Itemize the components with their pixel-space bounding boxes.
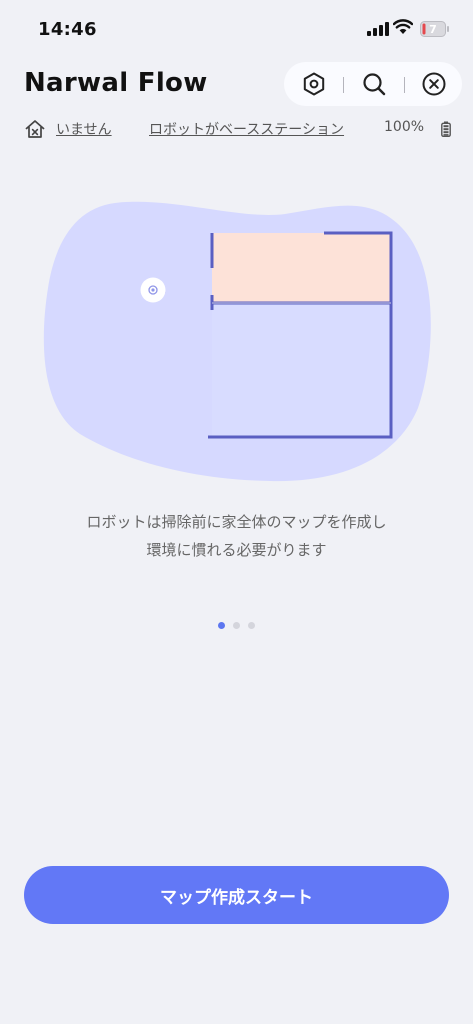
search-button[interactable] — [358, 68, 390, 100]
onboarding-caption: ロボットは掃除前に家全体のマップを作成し 環境に慣れる必要がります — [0, 508, 473, 564]
wifi-icon — [393, 19, 413, 34]
page-dot-1[interactable] — [218, 622, 225, 629]
settings-button[interactable] — [298, 68, 330, 100]
room-bottom — [212, 303, 391, 437]
status-time: 14:46 — [38, 19, 97, 40]
status-bar: 14:46 7 — [0, 0, 473, 58]
robot-status-link[interactable]: ロボットがベースステーション — [149, 119, 344, 139]
close-button[interactable] — [418, 68, 450, 100]
header-action-group — [284, 62, 462, 106]
map-illustration — [43, 201, 431, 482]
battery-status-icon: 7 — [420, 21, 449, 37]
home-x-icon — [25, 120, 45, 138]
cellular-signal-icon — [367, 22, 389, 36]
robot-icon — [140, 277, 166, 303]
device-status-row: いません ロボットがベースステーション 100% — [0, 114, 473, 144]
battery-icon — [441, 121, 451, 137]
search-icon — [363, 73, 386, 96]
page-indicator — [0, 622, 473, 629]
robot-battery-text: 100% — [384, 119, 425, 135]
caption-line-1: ロボットは掃除前に家全体のマップを作成し — [86, 513, 387, 531]
page-dot-3[interactable] — [248, 622, 255, 629]
robot-presence-link[interactable]: いません — [56, 119, 112, 139]
page-dot-2[interactable] — [233, 622, 240, 629]
header-divider — [404, 77, 405, 93]
room-top — [212, 233, 391, 303]
header-divider — [343, 77, 344, 93]
caption-line-2: 環境に慣れる必要がります — [146, 541, 327, 559]
hexagon-settings-icon — [303, 72, 325, 96]
start-mapping-button[interactable]: マップ作成スタート — [24, 866, 449, 924]
app-title: Narwal Flow — [24, 68, 208, 98]
battery-level-text: 7 — [429, 23, 437, 36]
close-circle-icon — [422, 72, 446, 96]
app-header: Narwal Flow — [0, 58, 473, 114]
